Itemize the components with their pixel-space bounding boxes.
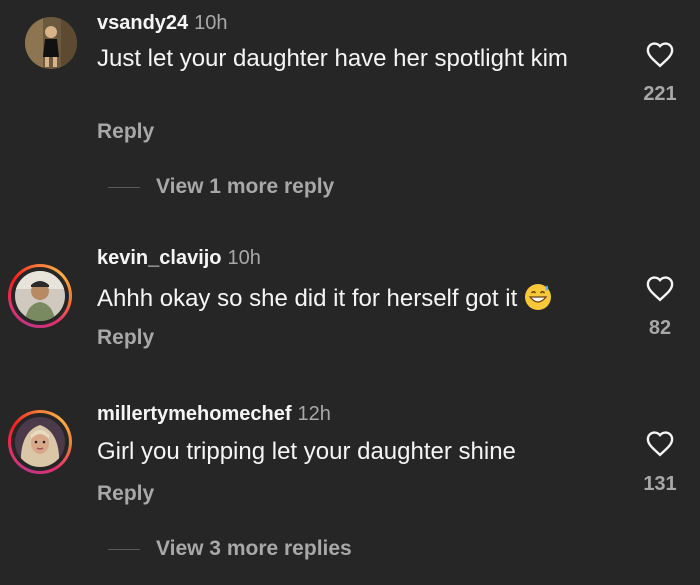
timestamp: 10h [194,12,228,34]
username[interactable]: millertymehomechef [97,403,292,425]
heart-icon[interactable] [645,40,675,68]
like-count: 131 [643,473,677,495]
comment-text: Ahhh okay so she did it for herself got … [97,282,617,313]
divider-line [108,548,140,550]
avatar[interactable] [23,15,79,71]
timestamp: 12h [297,403,331,425]
view-more-label: View 1 more reply [156,175,335,198]
heart-icon[interactable] [645,429,675,457]
divider-line [108,186,140,188]
grinning-face-with-sweat-emoji [525,284,552,310]
comment-text: Just let your daughter have her spotligh… [97,45,568,72]
avatar[interactable] [8,410,72,474]
timestamp: 10h [227,247,261,269]
like-count: 221 [643,83,677,105]
comment-text-content: Ahhh okay so she did it for herself got … [97,285,518,312]
reply-button[interactable]: Reply [97,482,154,506]
avatar[interactable] [8,264,72,328]
username[interactable]: kevin_clavijo [97,247,222,269]
view-more-replies-button[interactable]: View 3 more replies [108,534,352,564]
view-more-label: View 3 more replies [156,537,352,560]
reply-button[interactable]: Reply [97,120,154,144]
like-count: 82 [648,317,672,339]
reply-button[interactable]: Reply [97,326,154,350]
comment-text: Girl you tripping let your daughter shin… [97,438,516,465]
view-more-replies-button[interactable]: View 1 more reply [108,172,334,202]
heart-icon[interactable] [645,274,675,302]
username[interactable]: vsandy24 [97,12,188,34]
